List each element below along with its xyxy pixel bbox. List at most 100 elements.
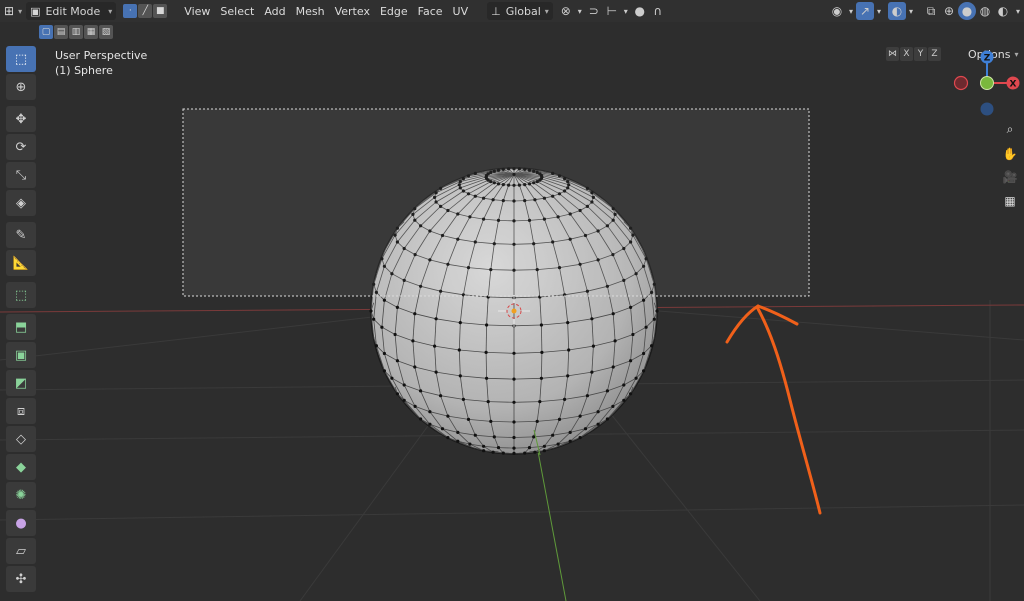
mesh-vertex[interactable] (613, 339, 617, 343)
mesh-vertex[interactable] (419, 417, 423, 421)
grid-icon[interactable]: ▦ (999, 190, 1021, 212)
mesh-vertex[interactable] (413, 365, 417, 369)
mesh-vertex[interactable] (556, 442, 560, 446)
mesh-vertex[interactable] (551, 433, 555, 437)
mesh-vertex[interactable] (533, 450, 537, 454)
mirror-icon[interactable]: ⋈ (886, 47, 899, 61)
poly-build-tool-icon[interactable]: ◆ (6, 454, 36, 480)
mesh-vertex[interactable] (652, 317, 656, 321)
intersect-selection-icon[interactable]: ▧ (99, 25, 113, 39)
mesh-vertex[interactable] (629, 359, 633, 363)
mesh-vertex[interactable] (382, 351, 386, 356)
xray-toggle-icon[interactable]: ⧉ (922, 2, 940, 20)
mesh-vertex[interactable] (456, 439, 460, 443)
mesh-vertex[interactable] (482, 449, 486, 453)
snap-icon[interactable]: ⊃ (585, 2, 603, 20)
mesh-vertex[interactable] (566, 321, 570, 325)
select-box-tool-icon[interactable]: ⬚ (6, 46, 36, 72)
mesh-vertex[interactable] (413, 312, 417, 316)
mesh-vertex[interactable] (590, 370, 594, 374)
viewport[interactable] (0, 0, 1024, 601)
navigation-gizmo[interactable]: Z X (950, 48, 1020, 118)
mesh-vertex[interactable] (390, 376, 394, 380)
mesh-vertex[interactable] (532, 435, 536, 439)
mesh-vertex[interactable] (542, 449, 547, 453)
mesh-vertex[interactable] (557, 417, 562, 421)
menu-mesh[interactable]: Mesh (291, 2, 330, 20)
mesh-vertex[interactable] (369, 309, 373, 313)
mesh-vertex[interactable] (539, 376, 544, 380)
mesh-vertex[interactable] (611, 365, 615, 369)
mesh-vertex[interactable] (512, 351, 516, 355)
mesh-vertex[interactable] (512, 400, 516, 404)
mesh-vertex[interactable] (419, 389, 423, 393)
mesh-vertex[interactable] (650, 344, 654, 348)
mesh-vertex[interactable] (568, 430, 572, 434)
visibility-icon[interactable]: ◉ (828, 2, 846, 20)
mesh-vertex[interactable] (382, 298, 386, 302)
mesh-vertex[interactable] (428, 410, 432, 414)
rotate-tool-icon[interactable]: ⟳ (6, 134, 36, 160)
menu-add[interactable]: Add (259, 2, 290, 20)
knife-tool-icon[interactable]: ◇ (6, 426, 36, 452)
face-select-icon[interactable]: ■ (153, 4, 168, 18)
mesh-vertex[interactable] (535, 419, 539, 423)
menu-view[interactable]: View (179, 2, 215, 20)
mesh-vertex[interactable] (485, 323, 489, 327)
mesh-vertex[interactable] (440, 427, 445, 431)
chevron-down-icon[interactable]: ▾ (874, 2, 884, 20)
mesh-vertex[interactable] (542, 444, 547, 448)
measure-tool-icon[interactable]: 📐 (6, 250, 36, 276)
mesh-vertex[interactable] (456, 430, 460, 434)
mesh-vertex[interactable] (402, 398, 406, 402)
mesh-vertex[interactable] (492, 435, 496, 439)
mesh-vertex[interactable] (512, 435, 516, 440)
mesh-vertex[interactable] (629, 305, 633, 309)
mesh-vertex[interactable] (563, 397, 567, 401)
menu-face[interactable]: Face (413, 2, 448, 20)
mesh-vertex[interactable] (631, 332, 635, 337)
rip-tool-icon[interactable]: ✣ (6, 566, 36, 592)
mesh-vertex[interactable] (374, 344, 378, 348)
chevron-down-icon[interactable]: ▾ (575, 2, 585, 20)
material-shading-icon[interactable]: ◍ (976, 2, 994, 20)
snap-target-icon[interactable]: ⊢ (603, 2, 621, 20)
overlay-toggle-icon[interactable]: ◐ (888, 2, 906, 20)
chevron-down-icon[interactable]: ▾ (621, 2, 631, 20)
mesh-vertex[interactable] (433, 344, 437, 348)
mesh-vertex[interactable] (566, 374, 570, 378)
subtract-selection-icon[interactable]: ▥ (69, 25, 83, 39)
mesh-vertex[interactable] (655, 309, 659, 313)
mesh-vertex[interactable] (605, 389, 610, 393)
mesh-vertex[interactable] (642, 298, 646, 302)
mesh-vertex[interactable] (491, 450, 495, 454)
mesh-vertex[interactable] (538, 400, 542, 404)
mesh-vertex[interactable] (622, 383, 626, 387)
mesh-vertex[interactable] (382, 369, 386, 373)
wireframe-shading-icon[interactable]: ⊕ (940, 2, 958, 20)
mesh-vertex[interactable] (434, 317, 438, 321)
extrude-tool-icon[interactable]: ⬒ (6, 314, 36, 340)
mesh-vertex[interactable] (512, 446, 516, 450)
new-selection-icon[interactable]: ▢ (39, 25, 53, 39)
mirror-x-button[interactable]: X (900, 47, 913, 61)
mesh-vertex[interactable] (380, 325, 384, 329)
mesh-vertex[interactable] (527, 446, 532, 450)
menu-uv[interactable]: UV (448, 2, 474, 20)
camera-icon[interactable]: 🎥 (999, 166, 1021, 188)
mesh-vertex[interactable] (489, 419, 493, 423)
mesh-vertex[interactable] (611, 404, 615, 408)
pan-hand-icon[interactable]: ✋ (999, 143, 1021, 165)
mesh-vertex[interactable] (578, 436, 582, 440)
menu-select[interactable]: Select (215, 2, 259, 20)
mesh-vertex[interactable] (596, 410, 600, 414)
mesh-vertex[interactable] (622, 398, 626, 402)
chevron-down-icon[interactable]: ▾ (1012, 2, 1024, 20)
mesh-vertex[interactable] (484, 350, 488, 354)
mesh-vertex[interactable] (629, 392, 633, 396)
edge-select-icon[interactable]: ╱ (138, 4, 153, 18)
mesh-vertex[interactable] (512, 451, 516, 455)
mode-dropdown[interactable]: ▣ Edit Mode ▾ (26, 2, 117, 20)
transform-tool-icon[interactable]: ◈ (6, 190, 36, 216)
mesh-vertex[interactable] (523, 451, 527, 455)
